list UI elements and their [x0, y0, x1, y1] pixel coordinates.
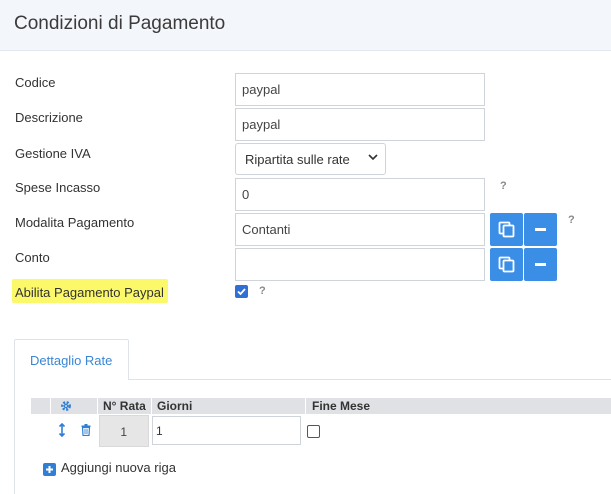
spese-incasso-input[interactable]: 0: [235, 178, 485, 211]
spese-incasso-label: Spese Incasso: [15, 180, 101, 195]
move-icon[interactable]: [58, 423, 66, 437]
help-icon[interactable]: ?: [568, 214, 575, 226]
rate-grid-header: N° Rata Giorni Fine Mese: [31, 398, 611, 414]
codice-input[interactable]: paypal: [235, 73, 485, 106]
giorni-input[interactable]: 1: [152, 416, 301, 445]
page-title: Condizioni di Pagamento: [14, 13, 226, 34]
trash-icon[interactable]: [81, 424, 91, 436]
conto-label: Conto: [15, 250, 50, 265]
modalita-remove-button[interactable]: [524, 213, 557, 246]
tab-panel-border: [129, 379, 611, 380]
minus-icon: [535, 263, 546, 266]
codice-label: Codice: [15, 75, 56, 90]
modalita-pagamento-label: Modalita Pagamento: [15, 215, 135, 230]
grid-header-rata: N° Rata: [99, 398, 152, 414]
minus-icon: [535, 228, 546, 231]
gestione-iva-label: Gestione IVA: [15, 146, 91, 161]
grid-header-fine-mese: Fine Mese: [312, 399, 371, 413]
modalita-pagamento-input[interactable]: Contanti: [235, 213, 485, 246]
abilita-paypal-checkbox[interactable]: [235, 285, 248, 298]
plus-icon[interactable]: [43, 463, 56, 476]
copy-icon: [498, 256, 515, 273]
copy-icon: [498, 221, 515, 238]
grid-header-giorni: Giorni: [153, 398, 306, 414]
fine-mese-checkbox[interactable]: [307, 425, 320, 438]
descrizione-input[interactable]: paypal: [235, 108, 485, 141]
conto-remove-button[interactable]: [524, 248, 557, 281]
help-icon[interactable]: ?: [259, 285, 266, 297]
chevron-down-icon: [368, 154, 378, 161]
help-icon[interactable]: ?: [500, 180, 507, 192]
table-row: 1 1: [31, 415, 611, 447]
conto-copy-button[interactable]: [490, 248, 523, 281]
rata-cell: 1: [99, 415, 149, 447]
check-icon: [237, 288, 246, 296]
conto-input[interactable]: [235, 248, 485, 281]
abilita-paypal-label: Abilita Pagamento Paypal: [15, 285, 164, 300]
gestione-iva-value: Ripartita sulle rate: [245, 152, 350, 167]
grid-header-blank: [31, 398, 51, 414]
modalita-copy-button[interactable]: [490, 213, 523, 246]
gear-icon[interactable]: [60, 400, 72, 412]
gestione-iva-select[interactable]: Ripartita sulle rate: [235, 143, 386, 175]
add-row-label: Aggiungi nuova riga: [61, 460, 176, 475]
page-header: Condizioni di Pagamento: [0, 0, 611, 51]
descrizione-label: Descrizione: [15, 110, 83, 125]
tab-dettaglio-rate-label: Dettaglio Rate: [30, 353, 113, 368]
tab-dettaglio-rate[interactable]: Dettaglio Rate: [14, 339, 129, 380]
grid-header-settings[interactable]: [52, 398, 98, 414]
tab-panel-border: [14, 379, 15, 494]
